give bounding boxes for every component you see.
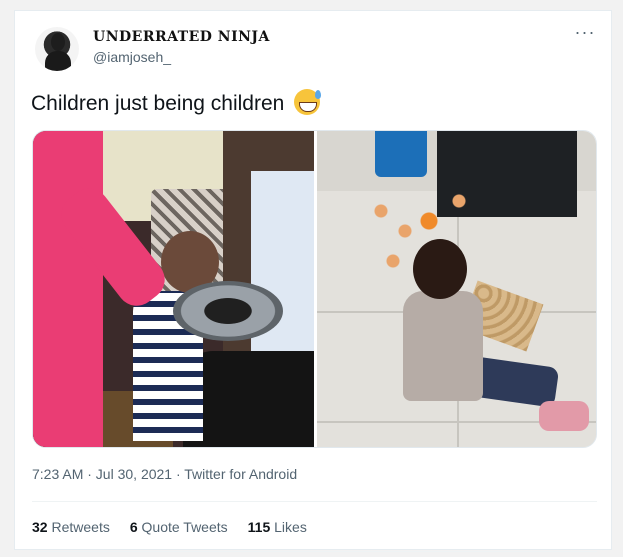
more-options-icon[interactable]: ··· [571, 23, 599, 47]
author-handle[interactable]: @iamjoseh_ [93, 49, 270, 65]
photo-child-coat [403, 291, 483, 401]
divider-bottom [32, 551, 597, 552]
photo-child-with-pot[interactable] [33, 131, 314, 447]
divider [32, 501, 597, 502]
quote-tweets-stat[interactable]: 6 Quote Tweets [130, 519, 228, 535]
avatar-face [51, 33, 65, 51]
author-display-name[interactable]: UNDERRATED NINJA [93, 29, 270, 45]
photo-child-head-right [413, 239, 467, 299]
photo-child-with-broken-eggs[interactable] [317, 131, 596, 447]
quote-tweets-count: 6 [129, 519, 138, 535]
photo-pink-robe [33, 131, 103, 447]
tweet-header: UNDERRATED NINJA @iamjoseh_ ··· [29, 23, 599, 79]
photo-blue-bucket [375, 131, 427, 177]
tweet-media [32, 130, 597, 448]
likes-count: 115 [247, 519, 271, 535]
tweet-text-content: Children just being children [31, 92, 285, 115]
retweets-stat[interactable]: 32 Retweets [32, 519, 110, 535]
tweet-stats: 32 Retweets 6 Quote Tweets 115 Likes [32, 519, 307, 535]
avatar-silhouette [45, 51, 71, 71]
photo-pink-boot [539, 401, 589, 431]
tweet-timestamp[interactable]: 7:23 AM · Jul 30, 2021 · Twitter for And… [32, 466, 297, 482]
likes-stat[interactable]: 115 Likes [248, 519, 307, 535]
grinning-face-with-sweat-emoji-icon [294, 89, 322, 115]
retweets-label: Retweets [51, 519, 110, 535]
likes-label: Likes [274, 519, 307, 535]
avatar[interactable] [35, 27, 79, 71]
tweet-card: UNDERRATED NINJA @iamjoseh_ ··· Children… [14, 10, 612, 552]
photo-pot [173, 281, 283, 341]
quote-tweets-label: Quote Tweets [141, 519, 228, 535]
retweets-count: 32 [32, 519, 48, 535]
tweet-text: Children just being children [31, 89, 322, 116]
author-names: UNDERRATED NINJA @iamjoseh_ [93, 29, 270, 65]
